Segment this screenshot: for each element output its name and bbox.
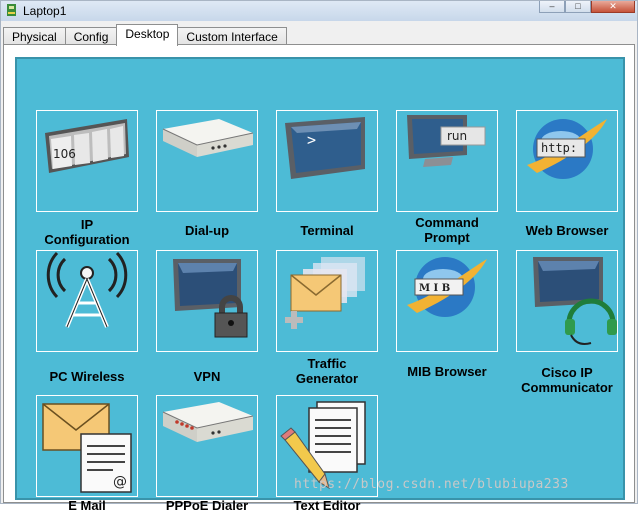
- tab-strip: Physical Config Desktop Custom Interface: [3, 24, 287, 46]
- minimize-button[interactable]: –: [539, 1, 565, 13]
- svg-text:http:: http:: [541, 141, 577, 155]
- app-label: IP Configuration: [44, 217, 130, 247]
- app-label: VPN: [193, 369, 221, 384]
- app-label: PPPoE Dialer: [165, 498, 249, 513]
- modem-icon: [156, 110, 258, 212]
- svg-text:>: >: [307, 131, 316, 149]
- watermark-text: https://blog.csdn.net/blubiupa233: [294, 477, 569, 492]
- app-label: Dial-up: [184, 223, 230, 238]
- app-label: Terminal: [300, 223, 354, 238]
- app-label: Cisco IP Communicator: [521, 365, 613, 395]
- email-icon: @: [36, 395, 138, 497]
- web-browser-icon: http:: [516, 110, 618, 212]
- svg-text:106: 106: [53, 147, 76, 161]
- vpn-lock-icon: [156, 250, 258, 352]
- tab-desktop[interactable]: Desktop: [116, 24, 179, 46]
- desktop-panel: 106 IP Configuration Dial-up > Terminal …: [3, 44, 635, 513]
- headset-monitor-icon: [516, 250, 618, 352]
- title-bar[interactable]: Laptop1 – □ ✕: [1, 1, 637, 21]
- maximize-button[interactable]: □: [565, 1, 591, 13]
- terminal-icon: >: [276, 110, 378, 212]
- app-label: Command Prompt: [415, 215, 479, 245]
- desktop-area: 106 IP Configuration Dial-up > Terminal …: [15, 57, 625, 513]
- window-controls: – □ ✕: [539, 1, 635, 13]
- app-label: Web Browser: [525, 223, 609, 238]
- pppoe-modem-icon: [156, 395, 258, 497]
- app-label: Text Editor: [293, 498, 361, 513]
- svg-text:@: @: [113, 474, 127, 490]
- svg-text:M I B: M I B: [419, 283, 450, 294]
- command-prompt-icon: run: [396, 110, 498, 212]
- window-title: Laptop1: [23, 4, 67, 18]
- mib-browser-icon: M I B: [396, 250, 498, 352]
- close-button[interactable]: ✕: [591, 1, 635, 13]
- wireless-tower-icon: [36, 250, 138, 352]
- app-label: Traffic Generator: [295, 356, 359, 386]
- traffic-envelope-icon: [276, 250, 378, 352]
- svg-text:run: run: [447, 129, 467, 143]
- app-label: MIB Browser: [407, 364, 487, 379]
- app-label: E Mail: [68, 498, 106, 513]
- app-logo-icon: [7, 4, 16, 16]
- ip-config-icon: 106: [36, 110, 138, 212]
- laptop-window: Laptop1 – □ ✕ Physical Config Desktop Cu…: [0, 0, 638, 513]
- app-label: PC Wireless: [49, 369, 125, 384]
